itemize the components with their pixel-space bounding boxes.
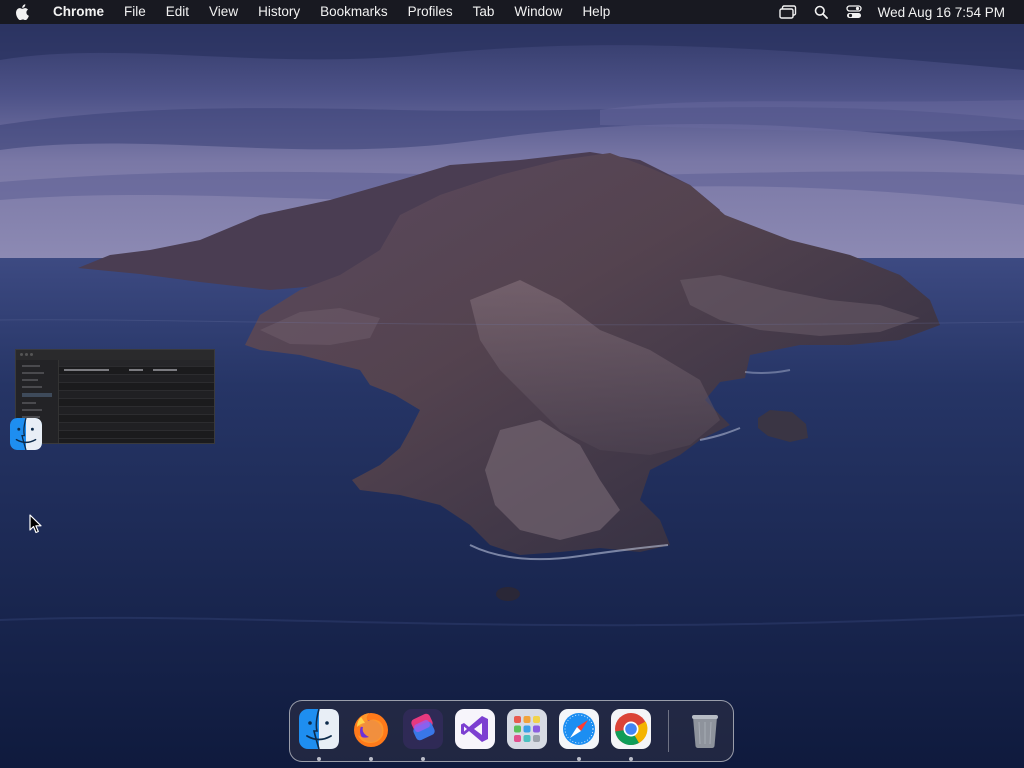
- desktop[interactable]: Chrome File Edit View History Bookmarks …: [0, 0, 1024, 768]
- dock-safari-icon[interactable]: [559, 709, 599, 749]
- dock-shortcuts-icon[interactable]: [403, 709, 443, 749]
- menu-edit[interactable]: Edit: [156, 0, 199, 24]
- control-center-icon[interactable]: [843, 0, 865, 24]
- window-file-list: [59, 360, 214, 443]
- finder-running-indicator: [317, 757, 321, 761]
- dock-separator: [668, 710, 669, 752]
- apple-logo-icon[interactable]: [0, 0, 44, 24]
- menu-bar: Chrome File Edit View History Bookmarks …: [0, 0, 1024, 24]
- safari-running-indicator: [577, 757, 581, 761]
- dock-trash-icon[interactable]: [685, 709, 725, 749]
- menu-bookmarks[interactable]: Bookmarks: [310, 0, 398, 24]
- menu-window[interactable]: Window: [504, 0, 572, 24]
- menu-history[interactable]: History: [248, 0, 310, 24]
- menu-help[interactable]: Help: [572, 0, 620, 24]
- menu-bar-clock[interactable]: Wed Aug 16 7:54 PM: [876, 5, 1024, 20]
- menu-profiles[interactable]: Profiles: [398, 0, 463, 24]
- finder-icon[interactable]: [10, 418, 42, 450]
- firefox-running-indicator: [369, 757, 373, 761]
- dock: [289, 700, 734, 762]
- chrome-running-indicator: [629, 757, 633, 761]
- dock-visual-studio-icon[interactable]: [455, 709, 495, 749]
- menu-view[interactable]: View: [199, 0, 248, 24]
- dock-firefox-icon[interactable]: [351, 709, 391, 749]
- menu-tab[interactable]: Tab: [463, 0, 505, 24]
- shortcuts-running-indicator: [421, 757, 425, 761]
- screen-mirroring-icon[interactable]: [777, 0, 799, 24]
- menu-file[interactable]: File: [114, 0, 156, 24]
- dock-chrome-icon[interactable]: [611, 709, 651, 749]
- dock-finder-icon[interactable]: [299, 709, 339, 749]
- spotlight-search-icon[interactable]: [810, 0, 832, 24]
- finder-window-thumbnail[interactable]: [15, 349, 215, 444]
- mouse-pointer-icon: [29, 514, 43, 534]
- menu-app-name[interactable]: Chrome: [44, 0, 114, 24]
- window-titlebar: [16, 350, 214, 360]
- menu-bar-status-area: Wed Aug 16 7:54 PM: [777, 0, 1024, 24]
- dock-launchpad-icon[interactable]: [507, 709, 547, 749]
